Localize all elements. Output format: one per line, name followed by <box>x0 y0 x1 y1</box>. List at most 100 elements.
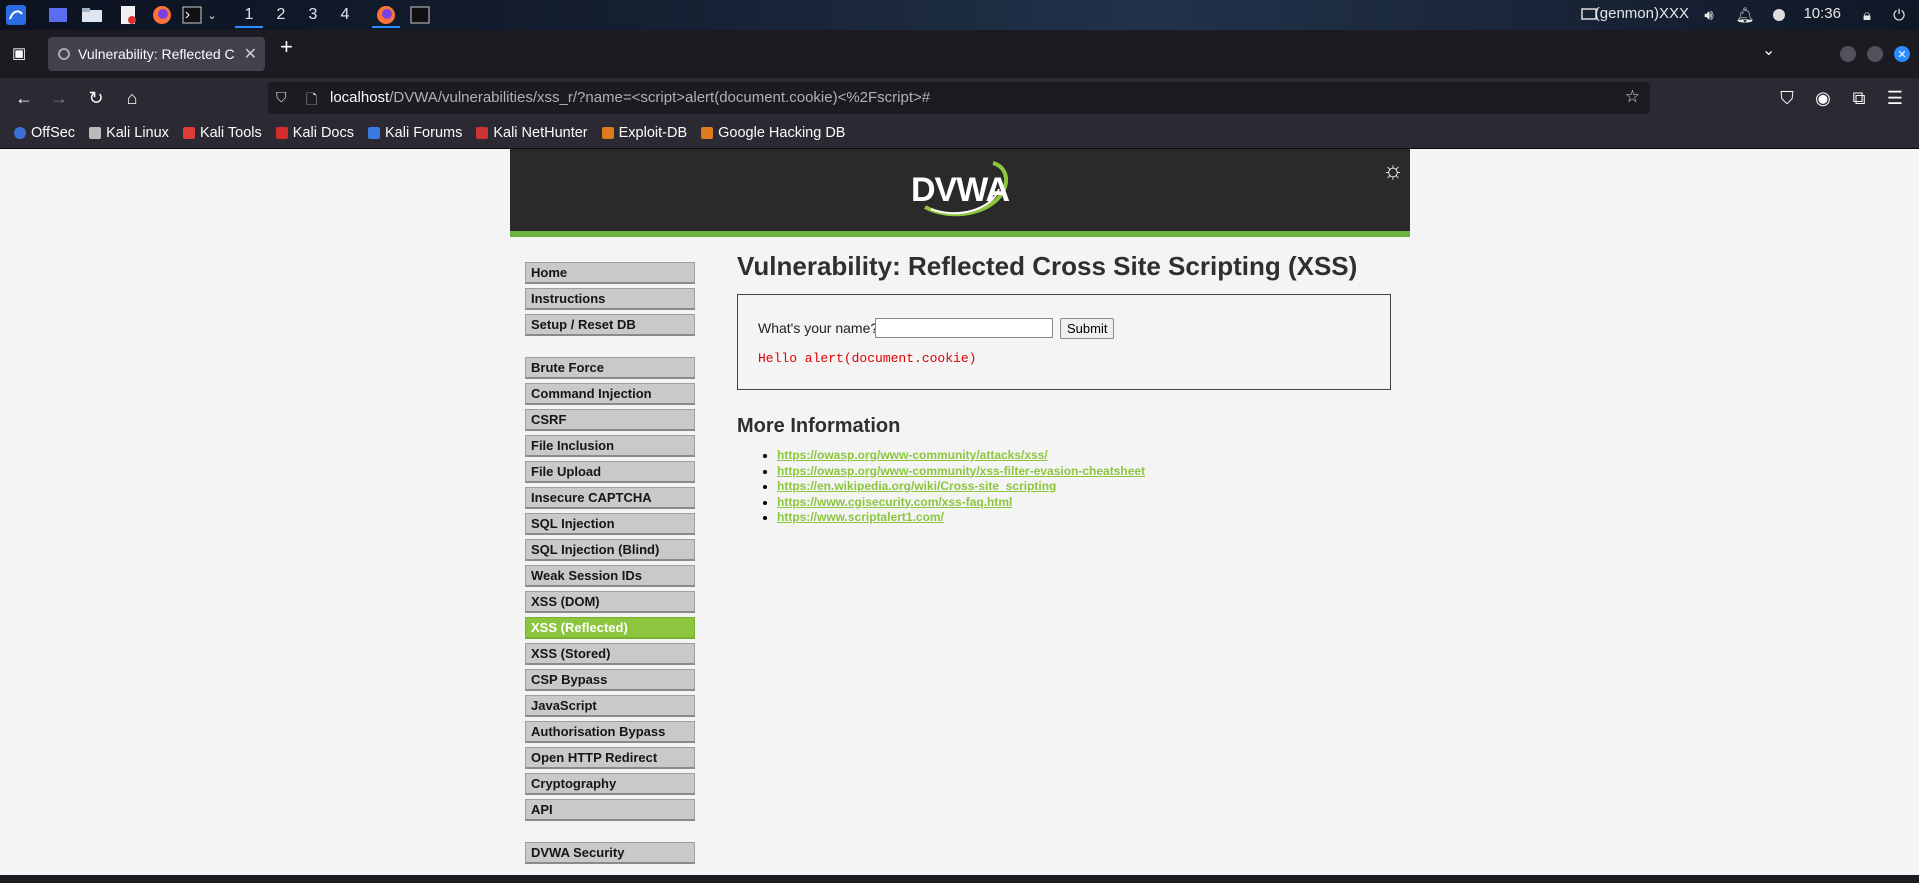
bookmark-offsec[interactable]: OffSec <box>14 125 75 141</box>
xss-output: Hello alert(document.cookie) <box>758 351 977 366</box>
link-cgisecurity-faq[interactable]: https://www.cgisecurity.com/xss-faq.html <box>777 495 1012 509</box>
list-item: https://www.scriptalert1.com/ <box>777 510 1397 526</box>
workspace-1[interactable]: 1 <box>235 4 263 28</box>
reload-icon[interactable]: ↻ <box>84 86 108 110</box>
menu-item-api[interactable]: API <box>525 799 695 821</box>
menu-item-instructions[interactable]: Instructions <box>525 288 695 310</box>
bookmark-kali-docs[interactable]: Kali Docs <box>275 125 354 141</box>
maximize-icon[interactable] <box>1867 46 1883 62</box>
main-content: Vulnerability: Reflected Cross Site Scri… <box>737 251 1397 526</box>
bookmark-kali-linux[interactable]: Kali Linux <box>89 125 169 141</box>
menu-item-open-http-redirect[interactable]: Open HTTP Redirect <box>525 747 695 769</box>
home-icon[interactable]: ⌂ <box>120 86 144 110</box>
chevron-down-icon[interactable]: ⌄ <box>205 4 219 26</box>
kali-docs-icon <box>275 127 288 139</box>
close-tab-icon[interactable]: ✕ <box>244 44 257 64</box>
link-owasp-xss[interactable]: https://owasp.org/www-community/attacks/… <box>777 448 1048 462</box>
bookmark-google-hacking-db[interactable]: Google Hacking DB <box>701 125 845 141</box>
logout-icon[interactable]: ⏻ <box>1890 4 1908 26</box>
list-item: https://www.cgisecurity.com/xss-faq.html <box>777 495 1397 511</box>
workspace-3[interactable]: 3 <box>299 4 327 26</box>
back-icon[interactable]: ← <box>12 86 36 110</box>
dvwa-container: DVWA ☼ Home Instructions Setup / Reset DB … <box>510 149 1410 875</box>
menu-item-authorisation-bypass[interactable]: Authorisation Bypass <box>525 721 695 743</box>
firefox-launcher-icon[interactable] <box>150 4 174 26</box>
bookmark-kali-tools[interactable]: Kali Tools <box>182 125 262 141</box>
more-information-links: https://owasp.org/www-community/attacks/… <box>737 448 1397 526</box>
bookmark-kali-forums[interactable]: Kali Forums <box>367 125 462 141</box>
menu-item-xss-dom[interactable]: XSS (DOM) <box>525 591 695 613</box>
kali-menu-icon[interactable] <box>4 4 28 26</box>
menu-item-csrf[interactable]: CSRF <box>525 409 695 431</box>
workspace-4[interactable]: 4 <box>331 4 359 26</box>
name-input[interactable] <box>875 318 1053 338</box>
app-menu-icon[interactable]: ☰ <box>1883 86 1907 110</box>
forward-icon[interactable]: → <box>47 86 71 110</box>
shield-icon[interactable]: ⛉ <box>276 89 287 106</box>
link-wikipedia-xss[interactable]: https://en.wikipedia.org/wiki/Cross-site… <box>777 479 1056 493</box>
volume-icon[interactable]: 🔊︎ <box>1700 4 1718 26</box>
minimize-icon[interactable] <box>1840 46 1856 62</box>
menu-item-cryptography[interactable]: Cryptography <box>525 773 695 795</box>
url-bar[interactable]: ⛉ 🗋︎ localhost/DVWA/vulnerabilities/xss_… <box>268 82 1650 114</box>
dvwa-logo[interactable]: DVWA <box>905 159 1015 221</box>
menu-item-insecure-captcha[interactable]: Insecure CAPTCHA <box>525 487 695 509</box>
window-bottom-edge <box>0 875 1919 883</box>
menu-item-xss-reflected[interactable]: XSS (Reflected) <box>525 617 695 639</box>
list-all-tabs-icon[interactable]: ⌄ <box>1762 40 1775 60</box>
workspace-2[interactable]: 2 <box>267 4 295 26</box>
new-tab-button[interactable]: + <box>280 34 293 60</box>
tab-title: Vulnerability: Reflected C <box>78 46 235 62</box>
bookmark-star-icon[interactable]: ☆ <box>1625 87 1640 107</box>
menu-item-command-injection[interactable]: Command Injection <box>525 383 695 405</box>
bookmark-kali-nethunter[interactable]: Kali NetHunter <box>476 125 588 141</box>
bookmark-exploit-db[interactable]: Exploit-DB <box>601 125 687 141</box>
theme-toggle-icon[interactable]: ☼ <box>1382 157 1404 185</box>
notification-bell-icon[interactable]: 🔔︎ <box>1735 4 1754 26</box>
account-icon[interactable]: ◉ <box>1811 86 1835 110</box>
firefox-window-button[interactable] <box>372 4 400 28</box>
bookmarks-toolbar: OffSec Kali Linux Kali Tools Kali Docs K… <box>0 118 1919 149</box>
desktop-icon[interactable] <box>46 4 70 26</box>
pocket-icon[interactable]: ⛉ <box>1775 86 1799 110</box>
menu-item-file-inclusion[interactable]: File Inclusion <box>525 435 695 457</box>
genmon-user-label: (genmon)XXX <box>1594 5 1689 22</box>
tab-xss-reflected[interactable]: Vulnerability: Reflected C ✕ <box>48 37 265 71</box>
terminal-window-button[interactable] <box>408 4 432 26</box>
menu-item-csp-bypass[interactable]: CSP Bypass <box>525 669 695 691</box>
menu-item-javascript[interactable]: JavaScript <box>525 695 695 717</box>
name-question-label: What's your name? <box>758 320 879 336</box>
kali-tools-icon <box>182 127 195 139</box>
menu-item-weak-session-ids[interactable]: Weak Session IDs <box>525 565 695 587</box>
text-editor-icon[interactable] <box>116 4 140 26</box>
lock-icon[interactable]: 🔒︎ <box>1858 4 1876 26</box>
menu-gap <box>525 340 695 357</box>
dvwa-favicon-icon <box>58 48 70 60</box>
menu-item-home[interactable]: Home <box>525 262 695 284</box>
close-window-icon[interactable]: ✕ <box>1894 46 1910 62</box>
menu-item-sql-injection-blind[interactable]: SQL Injection (Blind) <box>525 539 695 561</box>
power-manager-icon[interactable] <box>1770 4 1788 26</box>
browser-tab-bar: ▣ Vulnerability: Reflected C ✕ + ⌄ ✕ <box>0 30 1919 78</box>
page-title: Vulnerability: Reflected Cross Site Scri… <box>737 251 1358 281</box>
extensions-icon[interactable]: ⧉ <box>1847 86 1871 110</box>
exploit-db-icon <box>601 127 614 139</box>
menu-group-main: Home Instructions Setup / Reset DB <box>525 262 695 336</box>
header-green-bar <box>510 231 1410 237</box>
dvwa-logo-text: DVWA <box>911 171 1010 209</box>
menu-item-brute-force[interactable]: Brute Force <box>525 357 695 379</box>
menu-group-vulnerabilities: Brute Force Command Injection CSRF File Inc… <box>525 357 695 821</box>
menu-item-setup-reset-db[interactable]: Setup / Reset DB <box>525 314 695 336</box>
link-owasp-filter-evasion[interactable]: https://owasp.org/www-community/xss-filt… <box>777 464 1145 478</box>
terminal-launcher-icon[interactable] <box>180 4 204 26</box>
files-icon[interactable] <box>80 4 104 26</box>
link-scriptalert1[interactable]: https://www.scriptalert1.com/ <box>777 510 944 524</box>
url-path: /DVWA/vulnerabilities/xss_r/?name=<scrip… <box>389 89 931 106</box>
menu-item-xss-stored[interactable]: XSS (Stored) <box>525 643 695 665</box>
menu-item-sql-injection[interactable]: SQL Injection <box>525 513 695 535</box>
submit-button[interactable]: Submit <box>1060 318 1115 339</box>
tab-overview-icon[interactable]: ▣ <box>12 44 26 62</box>
menu-item-file-upload[interactable]: File Upload <box>525 461 695 483</box>
page-info-icon[interactable]: 🗋︎ <box>306 89 317 113</box>
menu-item-dvwa-security[interactable]: DVWA Security <box>525 842 695 864</box>
